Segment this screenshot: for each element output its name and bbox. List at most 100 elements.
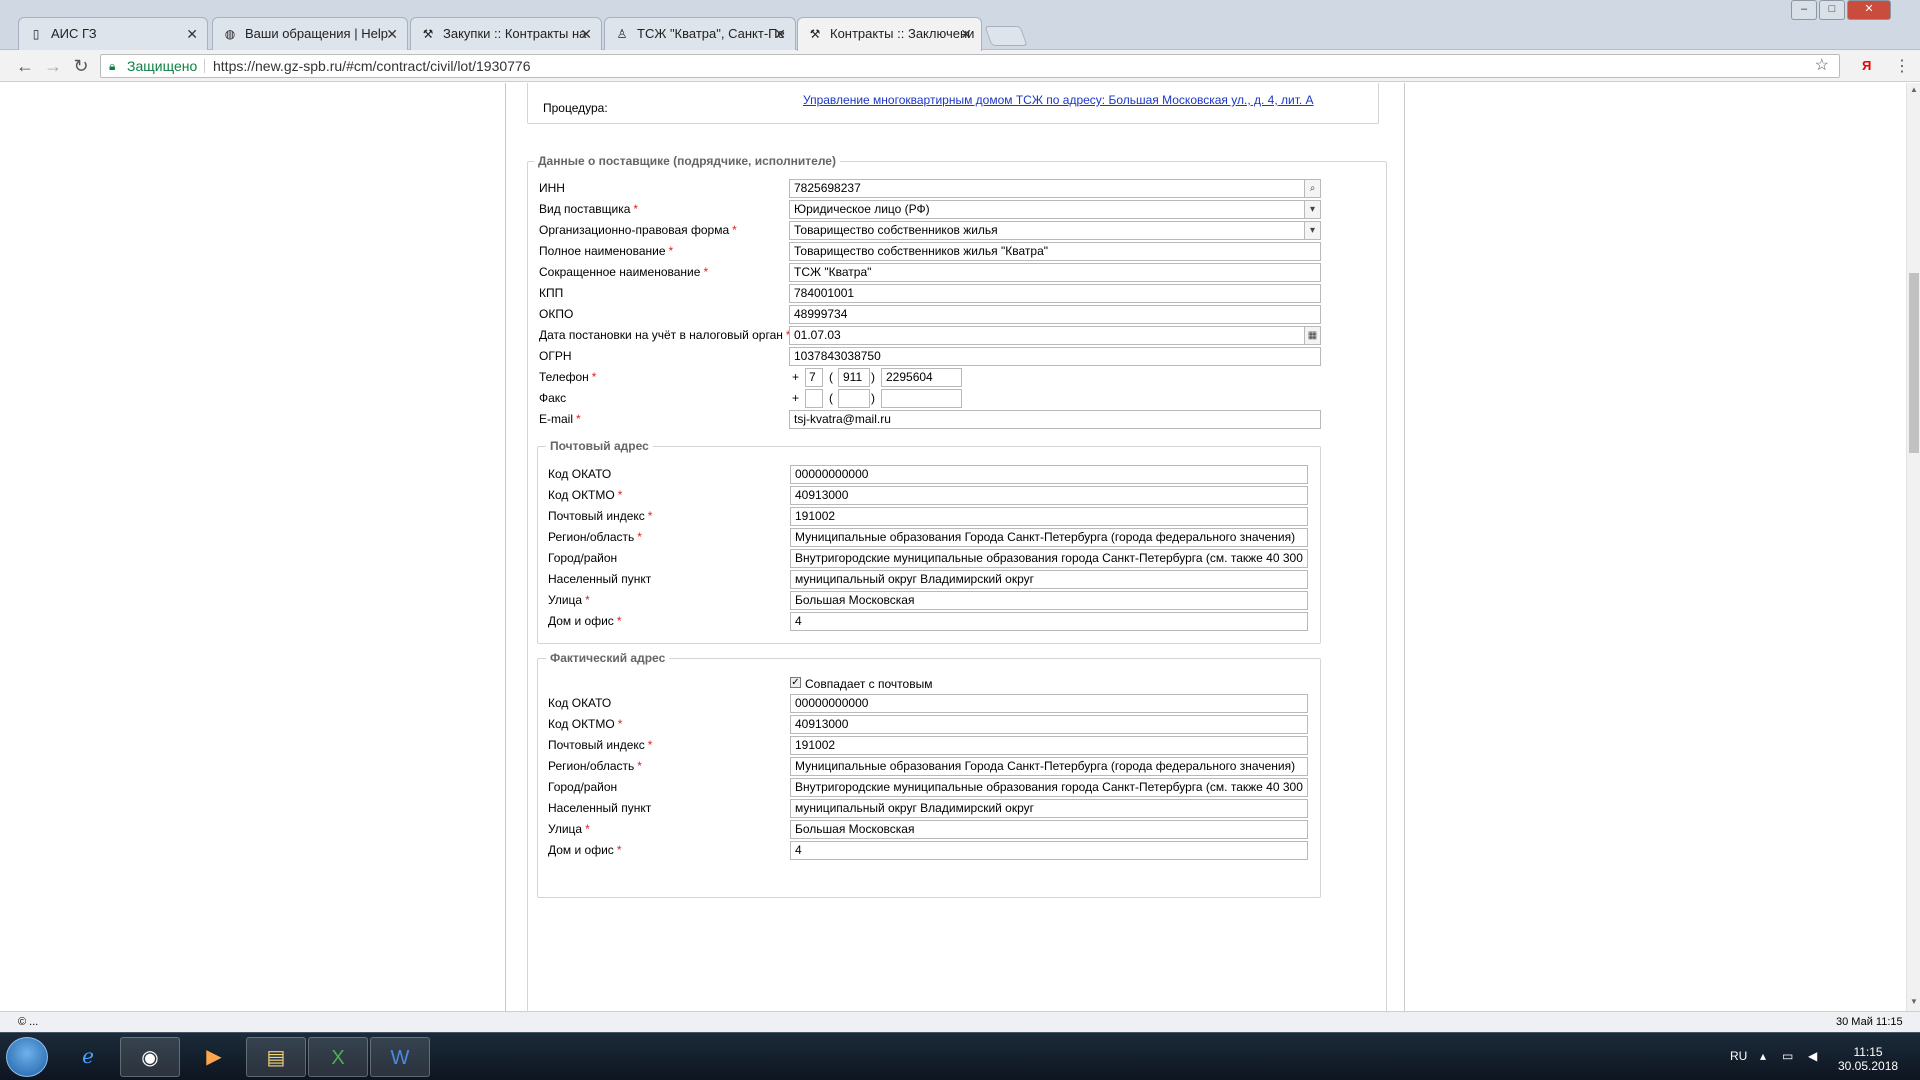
close-icon[interactable]: ✕ [580,18,592,50]
actual-region-field[interactable]: Муниципальные образования Города Санкт-П… [790,757,1308,776]
postal-house-label: Дом и офис * [548,614,622,628]
minimize-button[interactable]: – [1791,0,1817,20]
postal-street-field[interactable]: Большая Московская [790,591,1308,610]
actual-oktmo-field[interactable]: 40913000 [790,715,1308,734]
media-player-icon[interactable]: ▶ [184,1037,244,1077]
ogrn-field[interactable]: 1037843038750 [789,347,1321,366]
excel-icon[interactable]: X [308,1037,368,1077]
yandex-icon[interactable]: Я [1862,58,1871,73]
supplier-type-value: Юридическое лицо (РФ) [794,202,930,216]
menu-dots-icon[interactable]: ⋮ [1894,56,1910,76]
tab-ais-gz[interactable]: ▯ АИС ГЗ ✕ [18,17,208,50]
scroll-up-icon[interactable]: ▲ [1910,85,1918,94]
network-icon[interactable]: ▭ [1782,1049,1793,1063]
start-button[interactable] [6,1037,48,1077]
file-explorer-icon[interactable]: ▤ [246,1037,306,1077]
back-arrow-icon[interactable]: ← [12,54,38,78]
actual-house-field[interactable]: 4 [790,841,1308,860]
tray-expand-icon[interactable]: ▴ [1760,1049,1766,1063]
postal-house-field[interactable]: 4 [790,612,1308,631]
fax-number-field[interactable] [881,389,962,408]
taskbar-clock[interactable]: 11:15 30.05.2018 [1838,1045,1898,1073]
internet-explorer-icon[interactable]: ℯ [58,1037,118,1077]
chrome-icon[interactable]: ◉ [120,1037,180,1077]
address-bar[interactable]: 🔒︎ Защищено https://new.gz-spb.ru/#cm/co… [100,54,1840,78]
phone-number-field[interactable]: 2295604 [881,368,962,387]
new-tab-button[interactable] [984,26,1028,46]
phone-open-paren: ( [829,370,833,384]
inn-value: 7825698237 [794,181,861,195]
url-text: https://new.gz-spb.ru/#cm/contract/civil… [213,58,531,74]
supplier-type-label: Вид поставщика * [539,202,639,216]
word-icon[interactable]: W [370,1037,430,1077]
full-name-field[interactable]: Товарищество собственников жилья "Кватра… [789,242,1321,261]
gavel-icon: ⚒ [422,27,434,41]
fax-label: Факс [539,391,567,405]
volume-icon[interactable]: ◀ [1808,1049,1817,1063]
postal-index-field[interactable]: 191002 [790,507,1308,526]
reg-date-value: 01.07.03 [794,328,841,342]
language-indicator[interactable]: RU [1730,1049,1747,1063]
scrollbar-thumb[interactable] [1909,273,1919,453]
page-icon: ▯ [32,27,40,41]
actual-locality-field[interactable]: муниципальный округ Владимирский округ [790,799,1308,818]
vertical-scrollbar[interactable]: ▲ ▼ [1906,83,1920,1011]
phone-plus: + [792,370,800,384]
tab-help-requests[interactable]: ◍ Ваши обращения | Help ✕ [212,17,408,50]
tab-label: Контракты :: Заключени [830,26,975,41]
legal-form-select[interactable]: Товарищество собственников жилья ▾ [789,221,1321,240]
same-as-postal-checkbox[interactable]: ✓ [790,677,801,688]
same-as-postal-label: Совпадает с почтовым [805,677,933,691]
forward-arrow-icon[interactable]: → [40,54,66,78]
close-icon[interactable]: ✕ [386,18,398,50]
fax-country-field[interactable] [805,389,823,408]
postal-region-field[interactable]: Муниципальные образования Города Санкт-П… [790,528,1308,547]
postal-okato-field[interactable]: 00000000000 [790,465,1308,484]
full-name-label: Полное наименование * [539,244,674,258]
scroll-down-icon[interactable]: ▼ [1910,997,1918,1006]
supplier-type-select[interactable]: Юридическое лицо (РФ) ▾ [789,200,1321,219]
short-name-field[interactable]: ТСЖ "Кватра" [789,263,1321,282]
actual-street-field[interactable]: Большая Московская [790,820,1308,839]
globe-icon: ◍ [224,27,236,41]
procedure-label: Процедура: [543,101,608,115]
postal-locality-field[interactable]: муниципальный округ Владимирский округ [790,570,1308,589]
postal-oktmo-field[interactable]: 40913000 [790,486,1308,505]
actual-okato-label: Код ОКАТО [548,696,612,710]
actual-index-label: Почтовый индекс * [548,738,653,752]
tab-purchases[interactable]: ⚒ Закупки :: Контракты на ✕ [410,17,602,50]
actual-city-field[interactable]: Внутригородские муниципальные образовани… [790,778,1308,797]
chevron-down-icon[interactable]: ▾ [1304,201,1320,218]
maximize-button[interactable]: □ [1819,0,1845,20]
inn-field[interactable]: 7825698237 ⌕ [789,179,1321,198]
short-name-label: Сокращенное наименование * [539,265,709,279]
tab-contracts-active[interactable]: ⚒ Контракты :: Заключени ✕ [797,17,982,51]
close-icon[interactable]: ✕ [774,18,786,50]
postal-oktmo-label: Код ОКТМО * [548,488,623,502]
postal-city-field[interactable]: Внутригородские муниципальные образовани… [790,549,1308,568]
calendar-icon[interactable]: ▦ [1304,327,1320,344]
actual-okato-field[interactable]: 00000000000 [790,694,1308,713]
tab-tszh-kvatra[interactable]: ♙ ТСЖ "Кватра", Санкт-Пе ✕ [604,17,796,50]
close-icon[interactable]: ✕ [960,18,972,50]
phone-code-field[interactable]: 911 [838,368,870,387]
postal-city-label: Город/район [548,551,618,565]
search-icon[interactable]: ⌕ [1304,180,1320,197]
window-close-button[interactable]: ✕ [1847,0,1891,20]
phone-country-field[interactable]: 7 [805,368,823,387]
reg-date-label: Дата постановки на учёт в налоговый орга… [539,328,791,342]
okpo-field[interactable]: 48999734 [789,305,1321,324]
email-field[interactable]: tsj-kvatra@mail.ru [789,410,1321,429]
chevron-down-icon[interactable]: ▾ [1304,222,1320,239]
close-icon[interactable]: ✕ [186,18,198,50]
procedure-link[interactable]: Управление многоквартирным домом ТСЖ по … [803,93,1314,107]
bookmark-star-icon[interactable]: ☆ [1815,55,1829,77]
kpp-field[interactable]: 784001001 [789,284,1321,303]
actual-index-field[interactable]: 191002 [790,736,1308,755]
reload-icon[interactable]: ↻ [68,54,94,78]
status-datetime: 30 Май 11:15 [1836,1016,1903,1028]
fax-code-field[interactable] [838,389,870,408]
clock-date: 30.05.2018 [1838,1059,1899,1073]
reg-date-field[interactable]: 01.07.03 ▦ [789,326,1321,345]
legal-form-value: Товарищество собственников жилья [794,223,998,237]
